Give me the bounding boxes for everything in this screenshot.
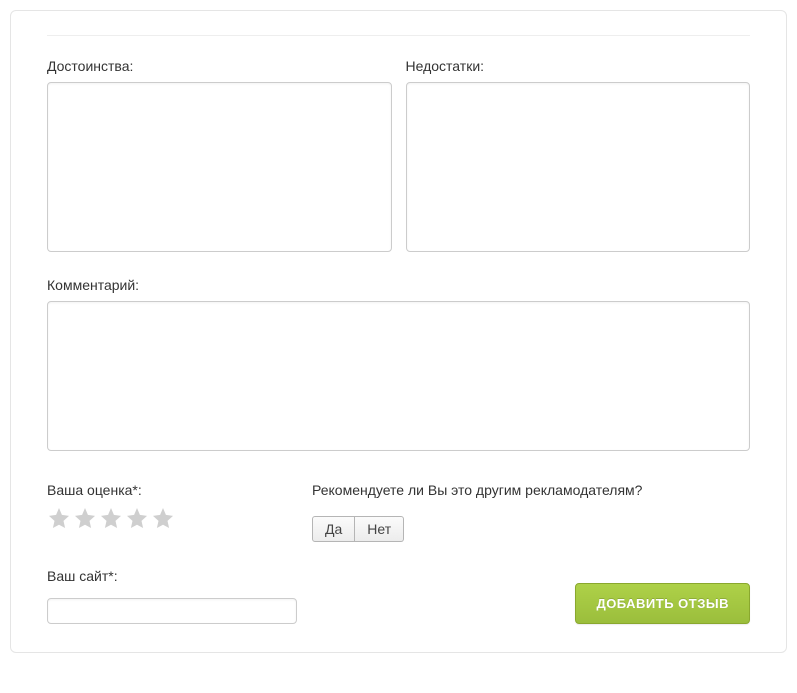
site-block: Ваш сайт*: [47, 568, 312, 624]
pros-label: Достоинства: [47, 58, 392, 74]
rating-label: Ваша оценка*: [47, 482, 312, 498]
recommend-toggle: Да Нет [312, 516, 404, 542]
pros-cons-row: Достоинства: Недостатки: [47, 58, 750, 255]
site-submit-row: Ваш сайт*: ДОБАВИТЬ ОТЗЫВ [47, 568, 750, 624]
submit-wrap: ДОБАВИТЬ ОТЗЫВ [312, 583, 750, 624]
comment-block: Комментарий: [47, 277, 750, 454]
comment-textarea[interactable] [47, 301, 750, 451]
recommend-block: Рекомендуете ли Вы это другим рекламодат… [312, 482, 750, 542]
cons-label: Недостатки: [406, 58, 751, 74]
pros-column: Достоинства: [47, 58, 392, 255]
recommend-yes-button[interactable]: Да [312, 516, 355, 542]
site-input[interactable] [47, 598, 297, 624]
star-icon[interactable] [73, 506, 97, 530]
star-icon[interactable] [47, 506, 71, 530]
divider [47, 35, 750, 36]
rating-stars [47, 506, 312, 530]
star-icon[interactable] [125, 506, 149, 530]
recommend-no-button[interactable]: Нет [355, 516, 404, 542]
star-icon[interactable] [99, 506, 123, 530]
star-icon[interactable] [151, 506, 175, 530]
submit-button[interactable]: ДОБАВИТЬ ОТЗЫВ [575, 583, 750, 624]
recommend-label: Рекомендуете ли Вы это другим рекламодат… [312, 482, 750, 498]
site-label: Ваш сайт*: [47, 568, 312, 584]
comment-label: Комментарий: [47, 277, 750, 293]
review-form-card: Достоинства: Недостатки: Комментарий: Ва… [10, 10, 787, 653]
cons-column: Недостатки: [406, 58, 751, 255]
pros-textarea[interactable] [47, 82, 392, 252]
cons-textarea[interactable] [406, 82, 751, 252]
rating-recommend-row: Ваша оценка*: Рекомендуете ли Вы это дру… [47, 482, 750, 542]
rating-block: Ваша оценка*: [47, 482, 312, 530]
